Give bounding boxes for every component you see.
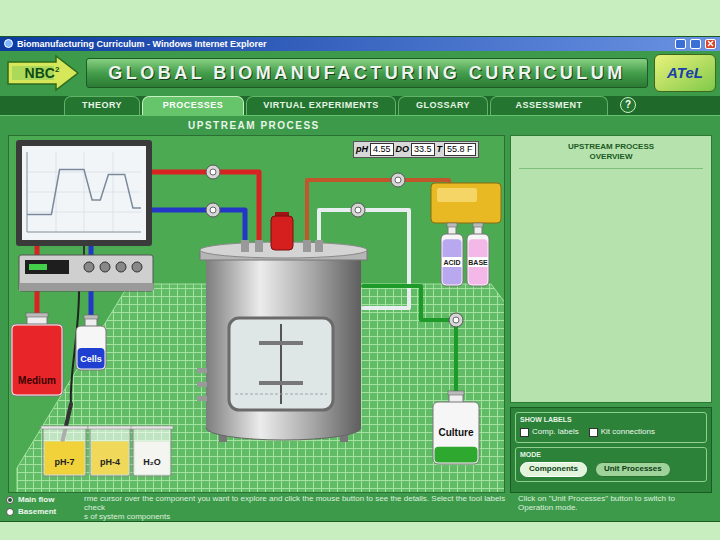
liquid [443, 239, 462, 284]
mode-button-label: Unit Processes [604, 464, 662, 474]
hint-line: Operation mode. [518, 503, 716, 512]
tab-label: ASSESSMENT [515, 99, 582, 113]
overview-panel: UPSTREAM PROCESS OVERVIEW [510, 135, 712, 403]
mode-hint: Click on "Unit Processes" button to swit… [510, 494, 720, 521]
liquid [45, 441, 85, 474]
mode-button-label: Components [529, 464, 578, 474]
tab-label: PROCESSES [163, 99, 224, 113]
bottle-component[interactable]: Cells [76, 315, 106, 370]
hint-line: Click on "Unit Processes" button to swit… [518, 494, 716, 503]
radio[interactable] [6, 496, 14, 504]
mode-button[interactable]: Components [520, 462, 587, 477]
readout-value: 33.5 [411, 143, 435, 156]
tab[interactable]: VIRTUAL EXPERIMENTS [246, 96, 396, 115]
component-label: pH-7 [55, 457, 75, 467]
show-labels-group: SHOW LABELS Comp. labels Kit connections [515, 412, 707, 443]
instructions: rme cursor over the component you want t… [84, 494, 510, 521]
radio[interactable] [6, 508, 14, 516]
sensor-readout: pH4.55DO33.5T55.8 F [353, 141, 479, 158]
mode-button[interactable]: Unit Processes [595, 462, 671, 477]
tab-label: GLOSSARY [416, 99, 470, 113]
option-label: Comp. labels [532, 427, 579, 437]
beaker-component[interactable]: H₂O [131, 426, 173, 476]
tab-bar: THEORY PROCESSES VIRTUAL EXPERIMENTS GLOSSA… [0, 96, 720, 116]
radio-dot [8, 498, 12, 502]
atel-logo-text: ATeL [667, 62, 703, 85]
window-title: Biomanufacturing Curriculum - Windows In… [17, 38, 266, 50]
liquid [469, 239, 488, 284]
ph-controller[interactable] [431, 183, 501, 223]
component-label: Culture [439, 427, 474, 438]
minimize-button[interactable] [675, 39, 686, 49]
stirrer-motor[interactable] [271, 212, 293, 250]
checkbox[interactable] [520, 428, 529, 437]
close-icon [707, 40, 714, 47]
beaker-component[interactable]: pH-7 [41, 426, 88, 476]
legend-item[interactable]: Main flow [6, 494, 84, 505]
reagent-component[interactable]: BASE [467, 223, 489, 286]
label-option[interactable]: Comp. labels [520, 427, 579, 437]
readout-label: T [437, 144, 443, 155]
banner: GLOBAL BIOMANUFACTURING CURRICULUM [86, 58, 648, 88]
component-label: Medium [18, 375, 56, 386]
checkbox[interactable] [589, 428, 598, 437]
legend: Main flowBasement [0, 494, 84, 521]
readout-label: DO [396, 144, 410, 155]
readout-value: 4.55 [370, 143, 394, 156]
tab[interactable]: THEORY [64, 96, 140, 115]
nbc-logo-sup: 2 [55, 65, 59, 74]
app-header: NBC 2 GLOBAL BIOMANUFACTURING CURRICULUM… [0, 51, 720, 96]
readout-value: 55.8 F [444, 143, 476, 156]
beaker-component[interactable]: pH-4 [88, 426, 132, 476]
bottle-component[interactable]: Culture [433, 391, 479, 464]
component-label: pH-4 [100, 457, 120, 467]
nbc-logo: NBC 2 [4, 54, 80, 92]
pumps[interactable] [206, 165, 463, 327]
instruction-line: s of system components [84, 512, 506, 521]
title-bar: Biomanufacturing Curriculum - Windows In… [0, 37, 720, 51]
mode-group: MODE Components Unit Processes [515, 447, 707, 482]
label-option[interactable]: Kit connections [589, 427, 655, 437]
monitor[interactable] [16, 140, 152, 246]
overview-title: UPSTREAM PROCESS OVERVIEW [556, 142, 666, 162]
banner-title: GLOBAL BIOMANUFACTURING CURRICULUM [108, 60, 626, 87]
tab[interactable]: GLOSSARY [398, 96, 488, 115]
liquid [135, 441, 170, 474]
page-title: UPSTREAM PROCESS [188, 118, 320, 133]
monitor-series [27, 170, 141, 215]
ie-icon [4, 39, 13, 48]
tab-label: THEORY [82, 99, 122, 113]
bioreactor[interactable] [197, 240, 367, 442]
maximize-button[interactable] [690, 39, 701, 49]
browser-window: Biomanufacturing Curriculum - Windows In… [0, 36, 720, 522]
reagent-component[interactable]: ACID [441, 223, 463, 286]
legend-label: Main flow [18, 494, 54, 505]
readout-label: pH [356, 144, 368, 155]
liquid [78, 348, 105, 369]
option-label: Kit connections [601, 427, 655, 437]
legend-item[interactable]: Basement [6, 506, 84, 517]
component-label: Cells [80, 354, 102, 364]
instruction-line: rme cursor over the component you want t… [84, 494, 506, 512]
legend-label: Basement [18, 506, 56, 517]
process-canvas[interactable]: Medium Cells pH-7 pH-4 H₂O ACID BASE Culture pH… [8, 135, 505, 493]
component-label: H₂O [143, 457, 161, 467]
controls-panel: SHOW LABELS Comp. labelsKit connections … [510, 407, 712, 493]
tab[interactable]: PROCESSES [142, 96, 244, 115]
liquid [13, 326, 62, 395]
atel-logo: ATeL [654, 54, 716, 92]
mode-title: MODE [520, 450, 702, 459]
controller-device[interactable] [19, 255, 153, 291]
tab[interactable]: ASSESSMENT [490, 96, 608, 115]
component-label: BASE [468, 259, 488, 266]
show-labels-title: SHOW LABELS [520, 415, 702, 424]
nbc-logo-text: NBC [25, 65, 55, 81]
component-label: ACID [443, 259, 460, 266]
bottle-component[interactable]: Medium [11, 313, 63, 396]
close-button[interactable] [705, 39, 716, 49]
help-button[interactable]: ? [620, 97, 636, 113]
tab-label: VIRTUAL EXPERIMENTS [263, 99, 378, 113]
liquid [92, 441, 129, 474]
liquid [435, 447, 478, 463]
